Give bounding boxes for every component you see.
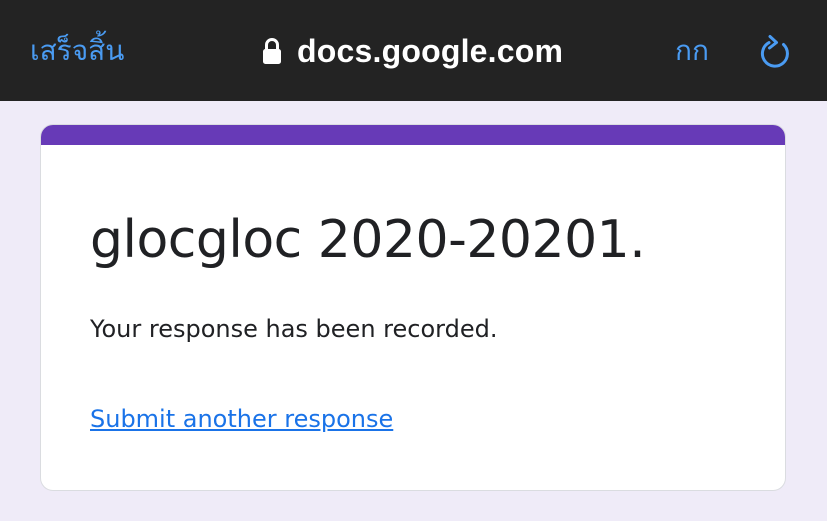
lock-icon <box>263 38 281 64</box>
done-button[interactable]: เสร็จสิ้น <box>30 31 124 71</box>
text-size-button[interactable]: กก <box>675 31 709 71</box>
confirmation-message: Your response has been recorded. <box>90 315 498 343</box>
form-accent-bar <box>41 125 785 145</box>
reload-icon[interactable] <box>757 33 793 71</box>
url-text: docs.google.com <box>297 32 564 69</box>
address-bar[interactable]: docs.google.com <box>262 31 563 71</box>
form-card: glocgloc 2020-20201. Your response has b… <box>41 125 785 490</box>
browser-toolbar: เสร็จสิ้น docs.google.com กก <box>0 0 827 101</box>
form-title: glocgloc 2020-20201. <box>90 210 646 270</box>
submit-another-response-link[interactable]: Submit another response <box>90 401 393 437</box>
